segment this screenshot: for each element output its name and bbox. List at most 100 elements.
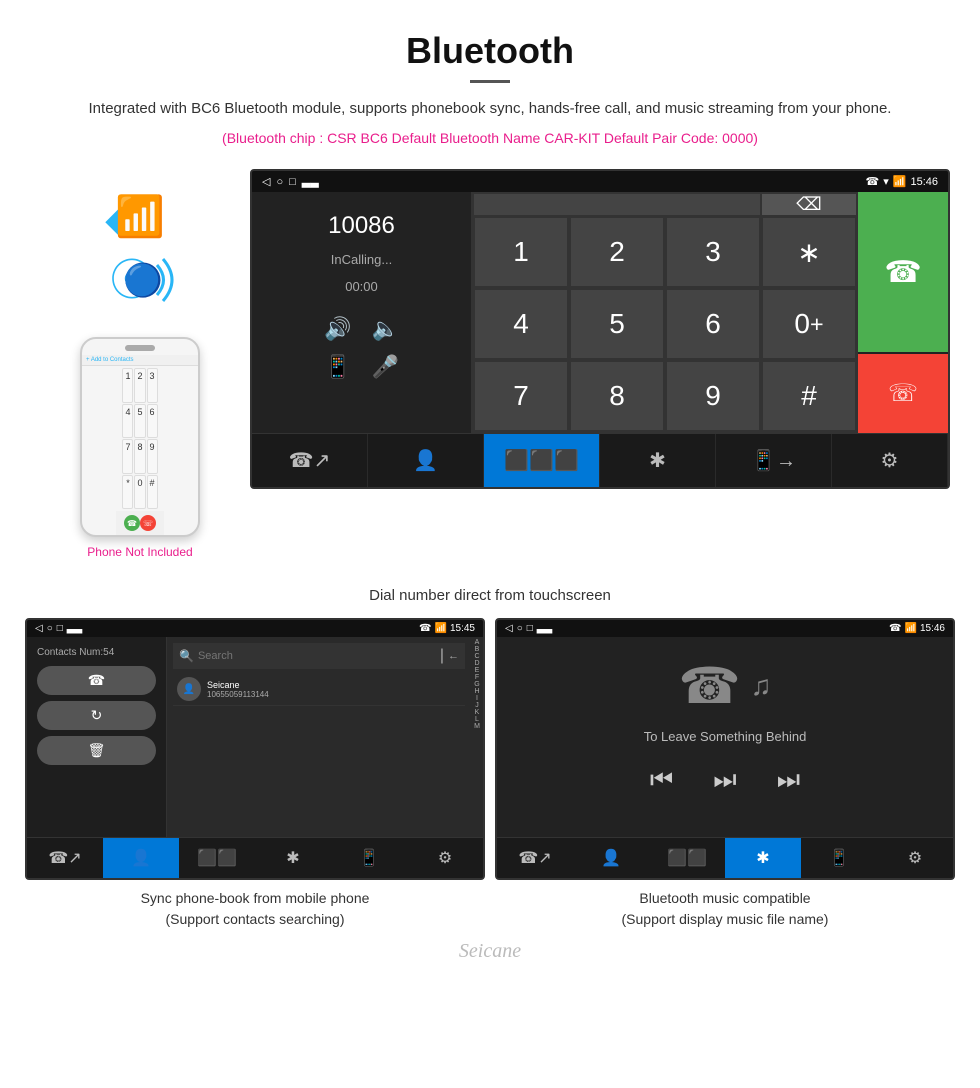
music-prev-button[interactable]: ⏮: [650, 764, 673, 796]
contact-name: Seicane: [207, 680, 269, 690]
ct-dialpad-button[interactable]: ⬛⬛: [179, 838, 255, 878]
phone-end-button[interactable]: ☏: [140, 515, 156, 531]
phone-key-9[interactable]: 9: [147, 439, 158, 474]
ct-transfer-button[interactable]: 📱: [331, 838, 407, 878]
alpha-a[interactable]: A: [475, 639, 480, 646]
dial-timer: 00:00: [345, 279, 378, 294]
dial-key-star[interactable]: ∗: [762, 217, 856, 287]
back-icon-contacts[interactable]: ◁: [35, 623, 43, 634]
alpha-k[interactable]: K: [475, 709, 480, 716]
phone-key-0[interactable]: 0: [134, 475, 145, 510]
status-left-contacts: ◁ ○ □ ▃▃: [35, 623, 82, 634]
watermark-text: Seicane: [459, 940, 521, 962]
alpha-b[interactable]: B: [475, 646, 480, 653]
recents-icon-contacts[interactable]: □: [57, 623, 63, 634]
alpha-c[interactable]: C: [474, 653, 479, 660]
ct-bluetooth-button[interactable]: ✱: [255, 838, 331, 878]
alpha-i[interactable]: I: [476, 695, 478, 702]
phone-call-button[interactable]: ☎: [124, 515, 140, 531]
caption-music-line2: (Support display music file name): [622, 911, 829, 927]
dial-key-7[interactable]: 7: [474, 361, 568, 431]
toolbar-bluetooth-button[interactable]: ✱: [600, 434, 716, 487]
mt-bluetooth-button[interactable]: ✱: [725, 838, 801, 878]
recents-icon-music[interactable]: □: [527, 623, 533, 634]
alpha-e[interactable]: E: [475, 667, 480, 674]
phone-key-7[interactable]: 7: [122, 439, 133, 474]
volume-up-icon[interactable]: 🔊: [324, 316, 351, 342]
back-icon-music[interactable]: ◁: [505, 623, 513, 634]
caption-music-line1: Bluetooth music compatible: [639, 890, 810, 906]
phone-not-included-label: Phone Not Included: [87, 545, 192, 559]
recents-icon[interactable]: □: [289, 176, 296, 188]
toolbar-settings-button[interactable]: ⚙: [832, 434, 948, 487]
alpha-m[interactable]: M: [474, 723, 480, 730]
phone-key-star[interactable]: *: [122, 475, 133, 510]
dial-key-6[interactable]: 6: [666, 289, 760, 359]
phone-key-8[interactable]: 8: [134, 439, 145, 474]
alpha-f[interactable]: F: [475, 674, 479, 681]
home-icon[interactable]: ○: [276, 176, 283, 188]
alpha-j[interactable]: J: [475, 702, 479, 709]
phone-key-hash[interactable]: #: [147, 475, 158, 510]
mt-settings-button[interactable]: ⚙: [877, 838, 953, 878]
dial-key-3[interactable]: 3: [666, 217, 760, 287]
contacts-search-input[interactable]: [198, 650, 436, 662]
phone-key-6[interactable]: 6: [147, 404, 158, 439]
ct-contacts-button[interactable]: 👤: [103, 838, 179, 878]
contact-call-button[interactable]: ☎: [37, 666, 156, 695]
call-action-buttons: ☎ ☏: [858, 192, 948, 433]
phone-key-1[interactable]: 1: [122, 368, 133, 403]
mic-icon[interactable]: 🎤: [372, 354, 399, 380]
notif-music: ▃▃: [537, 623, 552, 634]
dial-key-4[interactable]: 4: [474, 289, 568, 359]
phone-key-4[interactable]: 4: [122, 404, 133, 439]
home-icon-contacts[interactable]: ○: [47, 623, 53, 634]
dial-key-hash[interactable]: #: [762, 361, 856, 431]
dial-backspace-button[interactable]: ⌫: [762, 194, 856, 215]
backspace-icon[interactable]: ←: [448, 650, 459, 662]
location-icon: ▾: [883, 175, 889, 188]
mt-contacts-button[interactable]: 👤: [573, 838, 649, 878]
toolbar-dialpad-button[interactable]: ⬛⬛⬛: [484, 434, 600, 487]
volume-down-icon[interactable]: 🔈: [372, 316, 399, 342]
dial-status: InCalling...: [331, 252, 392, 267]
back-icon[interactable]: ◁: [262, 175, 270, 188]
dial-key-8[interactable]: 8: [570, 361, 664, 431]
ct-settings-button[interactable]: ⚙: [407, 838, 483, 878]
dial-key-5[interactable]: 5: [570, 289, 664, 359]
status-right-music: ☎ 📶 15:46: [889, 623, 945, 634]
dial-info-panel: 10086 InCalling... 00:00 🔊 🔈 📱 🎤: [252, 192, 472, 433]
call-end-button[interactable]: ☏: [858, 354, 948, 434]
phone-keypad: 1 2 3 4 5 6 7 8 9 * 0 #: [120, 366, 159, 511]
contact-item[interactable]: 👤 Seicane 10655059113144: [173, 673, 465, 706]
dial-key-1[interactable]: 1: [474, 217, 568, 287]
toolbar-calls-button[interactable]: ☎↗: [252, 434, 368, 487]
phone-key-5[interactable]: 5: [134, 404, 145, 439]
dial-key-2[interactable]: 2: [570, 217, 664, 287]
svg-text:📶: 📶: [115, 193, 165, 239]
contacts-count: Contacts Num:54: [37, 647, 156, 658]
music-next-button[interactable]: ⏭: [777, 764, 800, 796]
call-accept-button[interactable]: ☎: [858, 192, 948, 351]
alpha-g[interactable]: G: [474, 681, 479, 688]
phone-key-3[interactable]: 3: [147, 368, 158, 403]
dial-key-9[interactable]: 9: [666, 361, 760, 431]
alpha-h[interactable]: H: [474, 688, 479, 695]
phone-key-2[interactable]: 2: [134, 368, 145, 403]
bt-waves-svg: ⦿ 🔵: [105, 245, 175, 315]
mt-dialpad-button[interactable]: ⬛⬛: [649, 838, 725, 878]
music-play-pause-button[interactable]: ⏭: [713, 764, 736, 796]
contact-sync-button[interactable]: ↻: [37, 701, 156, 730]
ct-calls-button[interactable]: ☎↗: [27, 838, 103, 878]
transfer-icon[interactable]: 📱: [324, 354, 351, 380]
mt-transfer-button[interactable]: 📱: [801, 838, 877, 878]
contact-delete-button[interactable]: 🗑: [37, 736, 156, 765]
toolbar-contacts-button[interactable]: 👤: [368, 434, 484, 487]
alpha-l[interactable]: L: [475, 716, 479, 723]
caption-contacts: Sync phone-book from mobile phone (Suppo…: [25, 888, 485, 930]
mt-calls-button[interactable]: ☎↗: [497, 838, 573, 878]
alpha-d[interactable]: D: [474, 660, 479, 667]
home-icon-music[interactable]: ○: [517, 623, 523, 634]
dial-key-0plus[interactable]: 0+: [762, 289, 856, 359]
toolbar-transfer-button[interactable]: 📱→: [716, 434, 832, 487]
